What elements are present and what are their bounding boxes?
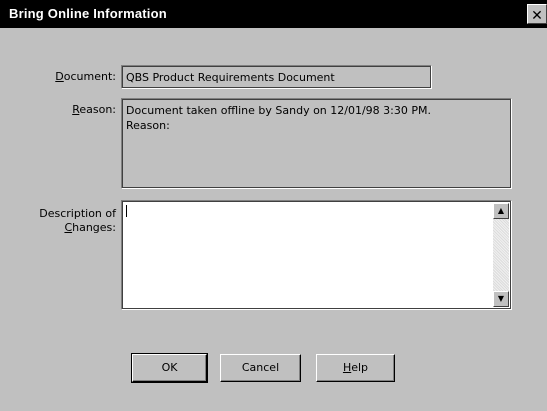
cancel-button[interactable]: Cancel <box>220 354 301 382</box>
description-textarea[interactable]: ▲ ▼ <box>121 200 512 310</box>
scroll-up-button[interactable]: ▲ <box>493 203 509 219</box>
arrow-up-icon: ▲ <box>497 206 505 215</box>
arrow-down-icon: ▼ <box>497 294 505 303</box>
description-scrollbar[interactable]: ▲ ▼ <box>493 203 509 307</box>
reason-label: Reason: <box>72 103 116 116</box>
document-value: QBS Product Requirements Document <box>126 71 335 84</box>
close-button[interactable]: ✕ <box>527 4 547 24</box>
document-field: QBS Product Requirements Document <box>121 65 432 89</box>
bring-online-dialog: Bring Online Information ✕ Document: QBS… <box>0 0 547 411</box>
dialog-title: Bring Online Information <box>9 6 167 21</box>
text-caret <box>126 205 127 217</box>
reason-field: Document taken offline by Sandy on 12/01… <box>121 98 512 189</box>
help-button[interactable]: Help <box>316 354 395 382</box>
close-icon: ✕ <box>531 7 543 23</box>
document-label: Document: <box>55 70 116 83</box>
ok-button[interactable]: OK <box>131 353 208 383</box>
title-bar: Bring Online Information <box>0 0 547 28</box>
description-label: Description of Changes: <box>39 207 116 234</box>
scroll-down-button[interactable]: ▼ <box>493 291 509 307</box>
